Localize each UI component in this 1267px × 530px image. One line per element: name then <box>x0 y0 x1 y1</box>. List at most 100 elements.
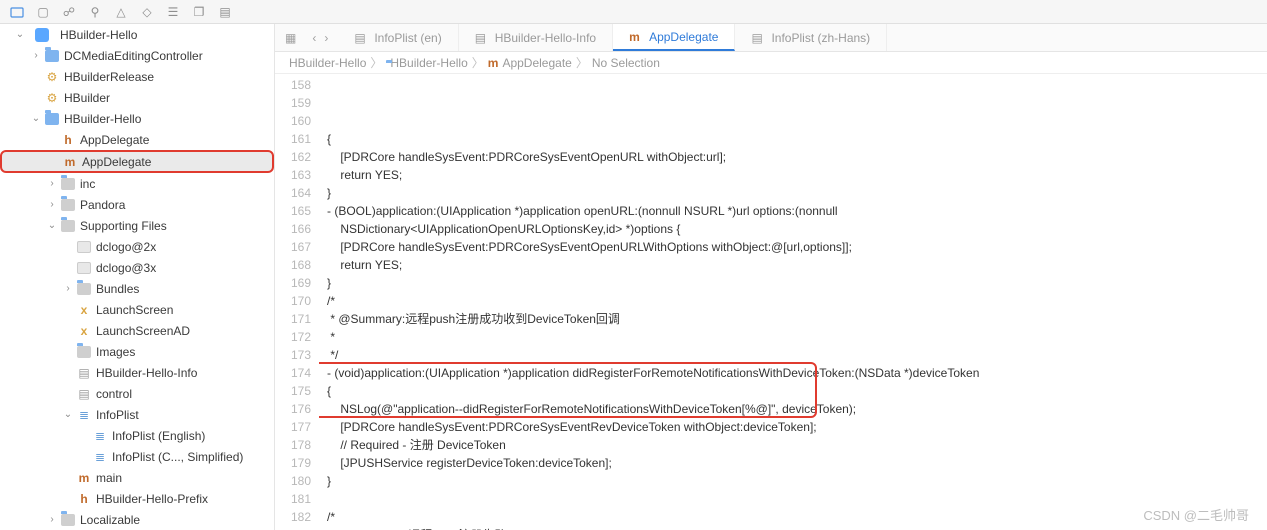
left-toolbar: ▢ ☍ ⚲ △ ◇ ☰ ❐ ▤ <box>0 0 1267 24</box>
code-line[interactable]: NSLog(@"application--didRegisterForRemot… <box>319 400 1267 418</box>
img-icon <box>76 260 92 276</box>
tab-label: HBuilder-Hello-Info <box>495 31 596 45</box>
code-line[interactable]: /* <box>319 292 1267 310</box>
forward-icon[interactable]: › <box>324 31 328 45</box>
tree-item[interactable]: ⌄Supporting Files <box>0 215 274 236</box>
nav-hierarchy-icon[interactable]: ☍ <box>62 5 76 19</box>
disclosure-icon: › <box>46 178 58 189</box>
disclosure-icon: › <box>46 199 58 210</box>
line-gutter: 1581591601611621631641651661671681691701… <box>275 74 319 530</box>
disclosure-icon: ⌄ <box>62 409 74 420</box>
tree-item[interactable]: ≣ InfoPlist (English) <box>0 425 274 446</box>
breadcrumb[interactable]: HBuilder-Hello〉 HBuilder-Hello〉 m AppDel… <box>275 52 1267 74</box>
tree-item-label: InfoPlist (English) <box>112 429 205 443</box>
code-editor[interactable]: 1581591601611621631641651661671681691701… <box>275 74 1267 530</box>
code-line[interactable]: [JPUSHService registerDeviceToken:device… <box>319 454 1267 472</box>
tree-item[interactable]: ⚙HBuilder <box>0 87 274 108</box>
tree-item[interactable]: ▤control <box>0 383 274 404</box>
tree-item-label: dclogo@2x <box>96 240 156 254</box>
code-line[interactable]: [PDRCore handleSysEvent:PDRCoreSysEventR… <box>319 418 1267 436</box>
folder-g-icon <box>76 344 92 360</box>
tree-item[interactable]: Images <box>0 341 274 362</box>
code-line[interactable]: - (BOOL)application:(UIApplication *)app… <box>319 202 1267 220</box>
back-icon[interactable]: ‹ <box>312 31 316 45</box>
tree-item[interactable]: mmain <box>0 467 274 488</box>
tree-item[interactable]: ⌄≣ InfoPlist <box>0 404 274 425</box>
code-line[interactable]: return YES; <box>319 166 1267 184</box>
project-root[interactable]: ⌄ HBuilder-Hello <box>0 24 274 45</box>
folder-icon <box>44 111 60 127</box>
code-line[interactable]: } <box>319 472 1267 490</box>
tree-item[interactable]: dclogo@3x <box>0 257 274 278</box>
code-line[interactable]: [PDRCore handleSysEvent:PDRCoreSysEventO… <box>319 148 1267 166</box>
nav-tests-icon[interactable]: ◇ <box>140 5 154 19</box>
grid-icon[interactable]: ▦ <box>285 31 296 45</box>
crumb-2[interactable]: AppDelegate <box>502 56 571 70</box>
code-line[interactable] <box>319 490 1267 508</box>
tree-item[interactable]: ›DCMediaEditingController <box>0 45 274 66</box>
tree-item[interactable]: ›inc <box>0 173 274 194</box>
disclosure-icon: › <box>62 283 74 294</box>
nav-report-icon[interactable]: ▤ <box>218 5 232 19</box>
project-navigator: ⌄ HBuilder-Hello ›DCMediaEditingControll… <box>0 24 275 530</box>
nav-search-icon[interactable]: ⚲ <box>88 5 102 19</box>
crumb-3[interactable]: No Selection <box>592 56 660 70</box>
tree-item-label: HBuilder-Hello-Info <box>96 366 197 380</box>
nav-square-icon[interactable]: ▢ <box>36 5 50 19</box>
tree-item[interactable]: ≣InfoPlist (C..., Simplified) <box>0 446 274 467</box>
app-icon <box>34 27 50 43</box>
crumb-0[interactable]: HBuilder-Hello <box>289 56 366 70</box>
disclosure-icon: ⌄ <box>46 220 58 231</box>
folder-g-icon <box>60 197 76 213</box>
strings-icon: ≣ <box>92 428 108 444</box>
nav-debug-icon[interactable]: ☰ <box>166 5 180 19</box>
code-line[interactable]: * <box>319 328 1267 346</box>
tree-item[interactable]: mAppDelegate <box>0 150 274 173</box>
m-icon: m <box>629 30 643 44</box>
code-line[interactable]: NSDictionary<UIApplicationOpenURLOptions… <box>319 220 1267 238</box>
nav-folder-icon[interactable] <box>10 5 24 19</box>
code-line[interactable]: /* <box>319 508 1267 526</box>
code-line[interactable]: - (void)application:(UIApplication *)app… <box>319 364 1267 382</box>
code-line[interactable]: } <box>319 274 1267 292</box>
code-line[interactable]: */ <box>319 346 1267 364</box>
code-line[interactable]: * @Summary: 远程push注册失败 <box>319 526 1267 530</box>
editor-tab[interactable]: ▤InfoPlist (en) <box>338 24 458 51</box>
code-line[interactable]: // Required - 注册 DeviceToken <box>319 436 1267 454</box>
tree-item[interactable]: hAppDelegate <box>0 129 274 150</box>
editor-area: ▦ ‹ › ▤InfoPlist (en)▤HBuilder-Hello-Inf… <box>275 24 1267 530</box>
gear-icon: ⚙ <box>44 90 60 106</box>
tree-item[interactable]: xLaunchScreen <box>0 299 274 320</box>
disclosure-icon: › <box>30 50 42 61</box>
code-content[interactable]: { [PDRCore handleSysEvent:PDRCoreSysEven… <box>319 74 1267 530</box>
code-line[interactable]: { <box>319 382 1267 400</box>
editor-tab[interactable]: mAppDelegate <box>613 24 735 51</box>
code-line[interactable]: [PDRCore handleSysEvent:PDRCoreSysEventO… <box>319 238 1267 256</box>
nav-issues-icon[interactable]: △ <box>114 5 128 19</box>
strings-icon: ≣ <box>92 449 108 465</box>
code-line[interactable]: { <box>319 130 1267 148</box>
tree-item[interactable]: ›Bundles <box>0 278 274 299</box>
tree-item[interactable]: xLaunchScreenAD <box>0 320 274 341</box>
code-line[interactable]: return YES; <box>319 256 1267 274</box>
strings-icon: ≣ <box>76 407 92 423</box>
editor-tab[interactable]: ▤HBuilder-Hello-Info <box>459 24 613 51</box>
tree-item[interactable]: ⚙HBuilderRelease <box>0 66 274 87</box>
tree-item-label: Pandora <box>80 198 125 212</box>
h-icon: h <box>76 491 92 507</box>
tree-item[interactable]: › Pandora <box>0 194 274 215</box>
tree-item-label: dclogo@3x <box>96 261 156 275</box>
tree-item-label: InfoPlist <box>96 408 139 422</box>
code-line[interactable]: } <box>319 184 1267 202</box>
nav-breakpoint-icon[interactable]: ❐ <box>192 5 206 19</box>
tree-item[interactable]: dclogo@2x <box>0 236 274 257</box>
crumb-1[interactable]: HBuilder-Hello <box>390 56 467 70</box>
tree-item-label: HBuilderRelease <box>64 70 154 84</box>
tree-item[interactable]: hHBuilder-Hello-Prefix <box>0 488 274 509</box>
tree-item[interactable]: ⌄HBuilder-Hello <box>0 108 274 129</box>
editor-tab[interactable]: ▤InfoPlist (zh-Hans) <box>735 24 887 51</box>
project-root-label: HBuilder-Hello <box>60 28 137 42</box>
code-line[interactable]: * @Summary:远程push注册成功收到DeviceToken回调 <box>319 310 1267 328</box>
tree-item[interactable]: ▤HBuilder-Hello-Info <box>0 362 274 383</box>
tree-item[interactable]: ›Localizable <box>0 509 274 530</box>
